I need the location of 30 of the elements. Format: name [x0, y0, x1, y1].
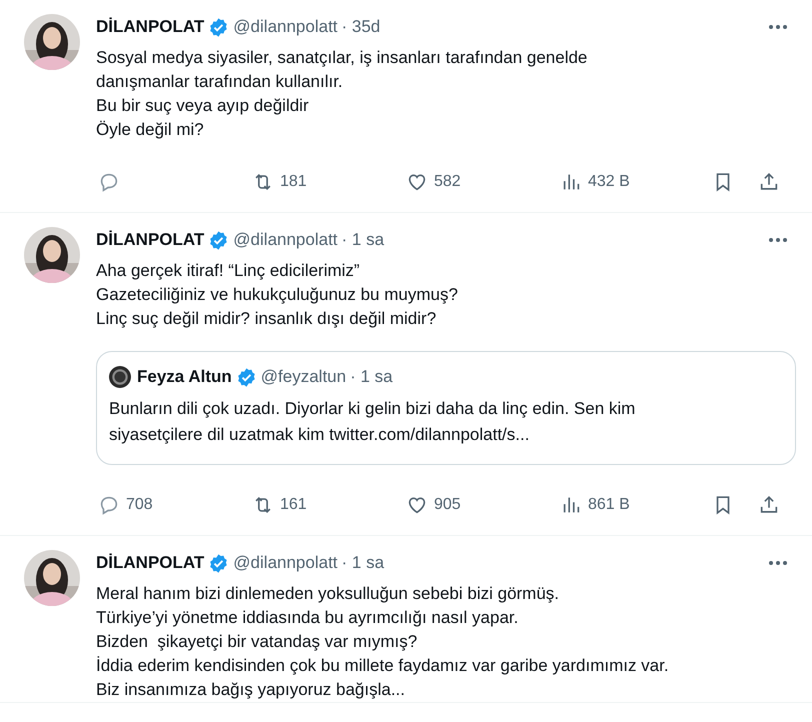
user-name[interactable]: DİLANPOLAT [96, 17, 204, 37]
post-time[interactable]: · 1 sa [342, 553, 384, 573]
quoted-post[interactable]: Feyza Altun @feyzaltun · 1 sa Bunların dili çok uzadı. Diyorlar ki gelin bizi daha da linç edin. Sen kim siyasetçilere dil uzatmak kim twitter.com/dilannpolatt/s... [96, 351, 796, 465]
user-handle[interactable]: @dilannpolatt [233, 230, 338, 250]
user-handle[interactable]: @dilannpolatt [233, 553, 338, 573]
post-time[interactable]: · 35d [342, 17, 380, 37]
user-name[interactable]: DİLANPOLAT [96, 553, 204, 573]
user-handle[interactable]: @feyzaltun [260, 367, 346, 387]
repost-count: 161 [280, 496, 307, 514]
post-time[interactable]: · 1 sa [342, 230, 384, 250]
more-icon[interactable] [768, 24, 788, 30]
user-handle[interactable]: @dilannpolatt [233, 17, 338, 37]
post-text: Meral hanım bizi dinlemeden yoksulluğun sebebi bizi görmüş. Türkiye’yi yönetme iddiasında bu ayrımcılığı nasıl yapar. Bizden şikayetçi bir vatandaş var mıymış? İddia ederim kendisinden çok bu millete faydamız var garibe yardımımız var. Biz insanımıza bağış yapıyoruz bağışla... [96, 583, 670, 701]
user-name[interactable]: Feyza Altun [137, 367, 232, 387]
quoted-text: Bunların dili çok uzadı. Diyorlar ki gelin bizi daha da linç edin. Sen kim siyasetçilere dil uzatmak kim twitter.com/dilannpolatt/s... [109, 398, 636, 446]
view-count: 432 B [588, 173, 630, 191]
like-count: 582 [434, 173, 461, 191]
reply-icon[interactable] [98, 494, 120, 516]
more-icon[interactable] [768, 560, 788, 566]
repost-count: 181 [280, 173, 307, 191]
view-count: 861 B [588, 496, 630, 514]
post-time[interactable]: · 1 sa [350, 367, 393, 387]
post-text: Sosyal medya siyasiler, sanatçılar, iş insanları tarafından genelde danışmanlar tarafından kullanılır. Bu bir suç veya ayıp değildir Öyle değil mi? [96, 47, 588, 141]
more-icon[interactable] [768, 237, 788, 243]
avatar[interactable] [109, 366, 131, 388]
reply-count: 708 [126, 496, 153, 514]
reply-icon[interactable] [98, 171, 120, 193]
post-text: Aha gerçek itiraf! “Linç edicilerimiz” Gazeteciliğiniz ve hukukçuluğunuz bu muymuş? Linç suç değil midir? insanlık dışı değil midir? [96, 260, 459, 330]
like-count: 905 [434, 496, 461, 514]
user-name[interactable]: DİLANPOLAT [96, 230, 204, 250]
